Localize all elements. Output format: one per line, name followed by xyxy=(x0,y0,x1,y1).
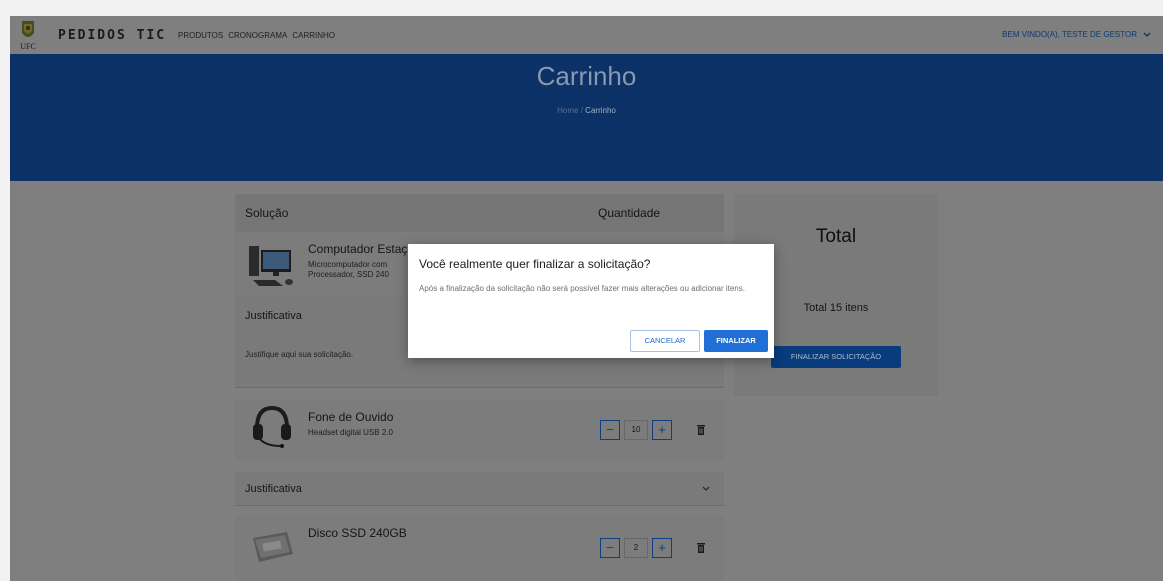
nav-link-produtos[interactable]: PRODUTOS xyxy=(178,31,223,40)
product-name: Computador Estaç xyxy=(308,242,408,256)
product-description-line: Processador, SSD 240 xyxy=(308,270,389,279)
column-quantity: Quantidade xyxy=(598,206,661,220)
confirm-finalize-button[interactable]: FINALIZAR xyxy=(704,330,768,352)
column-solution: Solução xyxy=(245,206,289,220)
cancel-button[interactable]: CANCELAR xyxy=(630,330,700,352)
increment-button[interactable]: + xyxy=(652,538,672,558)
product-description: Microcomputador com Processador, SSD 240 xyxy=(308,260,418,280)
top-navbar: UFC PEDIDOS TIC PRODUTOS CRONOGRAMA CARR… xyxy=(10,16,1163,54)
quantity-stepper: − 10 + xyxy=(600,420,672,440)
product-name: Disco SSD 240GB xyxy=(308,526,407,540)
quantity-value[interactable]: 10 xyxy=(624,420,648,440)
quantity-stepper: − 2 + xyxy=(600,538,672,558)
brand-title: PEDIDOS TIC xyxy=(58,28,167,43)
dialog-message: Após a finalização da solicitação não se… xyxy=(419,284,745,293)
page-frame: UFC PEDIDOS TIC PRODUTOS CRONOGRAMA CARR… xyxy=(10,16,1163,581)
nav-link-cronograma[interactable]: CRONOGRAMA xyxy=(228,31,287,40)
chevron-down-icon[interactable] xyxy=(702,486,710,492)
product-description-line: Headset digital USB 2.0 xyxy=(308,428,393,437)
quantity-value[interactable]: 2 xyxy=(624,538,648,558)
product-name: Fone de Ouvido xyxy=(308,410,394,424)
headset-image xyxy=(253,405,291,448)
justification-panel-2[interactable]: Justificativa xyxy=(235,472,724,506)
confirm-dialog: Você realmente quer finalizar a solicita… xyxy=(408,244,774,358)
nav-links: PRODUTOS CRONOGRAMA CARRINHO xyxy=(178,31,335,40)
computer-image xyxy=(249,246,293,286)
finalize-request-button[interactable]: FINALIZAR SOLICITAÇÃO xyxy=(771,346,901,368)
justification-title: Justificativa xyxy=(245,483,302,495)
breadcrumb-home[interactable]: Home xyxy=(557,106,578,115)
trash-icon[interactable] xyxy=(696,542,706,554)
logo-text: UFC xyxy=(20,42,36,51)
breadcrumb-current: Carrinho xyxy=(585,106,616,115)
breadcrumb: Home / Carrinho xyxy=(10,106,1163,115)
ssd-image xyxy=(253,532,293,562)
nav-link-carrinho[interactable]: CARRINHO xyxy=(292,31,335,40)
justification-title: Justificativa xyxy=(245,310,302,322)
user-menu[interactable]: BEM VINDO(A), TESTE DE GESTOR xyxy=(1002,30,1151,39)
dialog-title: Você realmente quer finalizar a solicita… xyxy=(419,257,651,271)
increment-button[interactable]: + xyxy=(652,420,672,440)
breadcrumb-separator: / xyxy=(580,106,583,115)
chevron-down-icon xyxy=(1143,31,1151,37)
trash-icon[interactable] xyxy=(696,424,706,436)
justification-input[interactable]: Justifique aqui sua solicitação. xyxy=(245,350,353,359)
user-greeting: BEM VINDO(A), TESTE DE GESTOR xyxy=(1002,30,1137,39)
ufc-logo[interactable]: UFC xyxy=(18,19,38,51)
product-description: Headset digital USB 2.0 xyxy=(308,428,418,438)
page-header: Carrinho Home / Carrinho xyxy=(10,54,1163,181)
decrement-button[interactable]: − xyxy=(600,420,620,440)
page-title: Carrinho xyxy=(536,61,637,91)
cart-table-header: Solução Quantidade xyxy=(235,194,724,232)
decrement-button[interactable]: − xyxy=(600,538,620,558)
product-description-line: Microcomputador com xyxy=(308,260,388,269)
